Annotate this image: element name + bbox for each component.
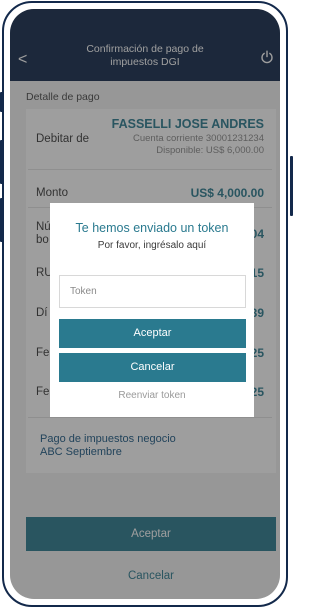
modal-cancel-button[interactable]: Cancelar — [59, 353, 246, 382]
token-modal: Te hemos enviado un token Por favor, ing… — [50, 203, 254, 417]
token-input[interactable] — [59, 275, 246, 308]
phone-frame: < Confirmación de pago de impuestos DGI … — [2, 1, 288, 607]
power-side-button — [290, 156, 293, 216]
modal-title: Te hemos enviado un token — [75, 221, 229, 235]
screen: < Confirmación de pago de impuestos DGI … — [10, 9, 280, 599]
modal-subtitle: Por favor, ingrésalo aquí — [97, 240, 207, 251]
modal-accept-button[interactable]: Aceptar — [59, 319, 246, 348]
resend-token-link[interactable]: Reenviar token — [50, 390, 254, 401]
